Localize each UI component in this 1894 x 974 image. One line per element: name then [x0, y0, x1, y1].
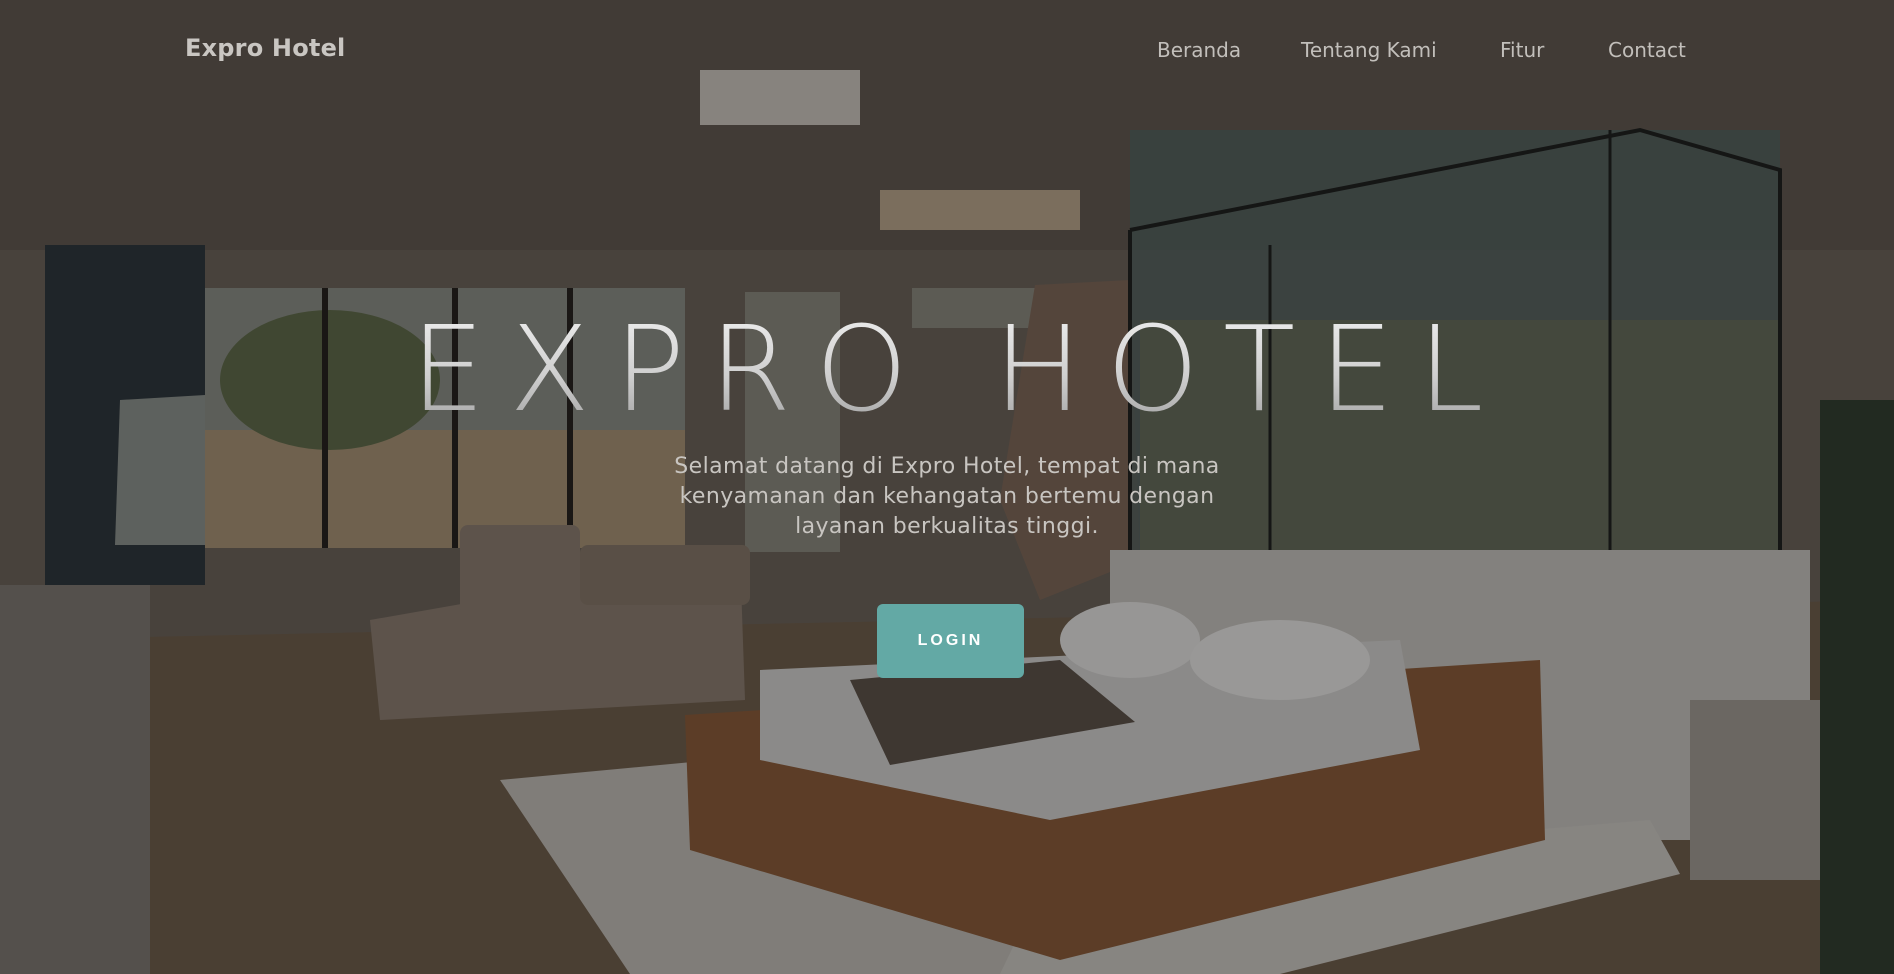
nav-link-contact[interactable]: Contact	[1608, 38, 1686, 62]
hero-subtitle: Selamat datang di Expro Hotel, tempat di…	[674, 454, 1220, 539]
hero-title: EXPRO HOTEL	[0, 300, 1894, 438]
nav-link-beranda[interactable]: Beranda	[1157, 38, 1241, 62]
navbar: Expro Hotel Beranda Tentang Kami Fitur C…	[0, 0, 1894, 100]
nav-link-fitur[interactable]: Fitur	[1500, 38, 1544, 62]
brand-logo[interactable]: Expro Hotel	[185, 34, 346, 62]
nav-link-tentang-kami[interactable]: Tentang Kami	[1301, 38, 1437, 62]
hero-section: Expro Hotel Beranda Tentang Kami Fitur C…	[0, 0, 1894, 974]
login-button[interactable]: LOGIN	[877, 604, 1024, 678]
